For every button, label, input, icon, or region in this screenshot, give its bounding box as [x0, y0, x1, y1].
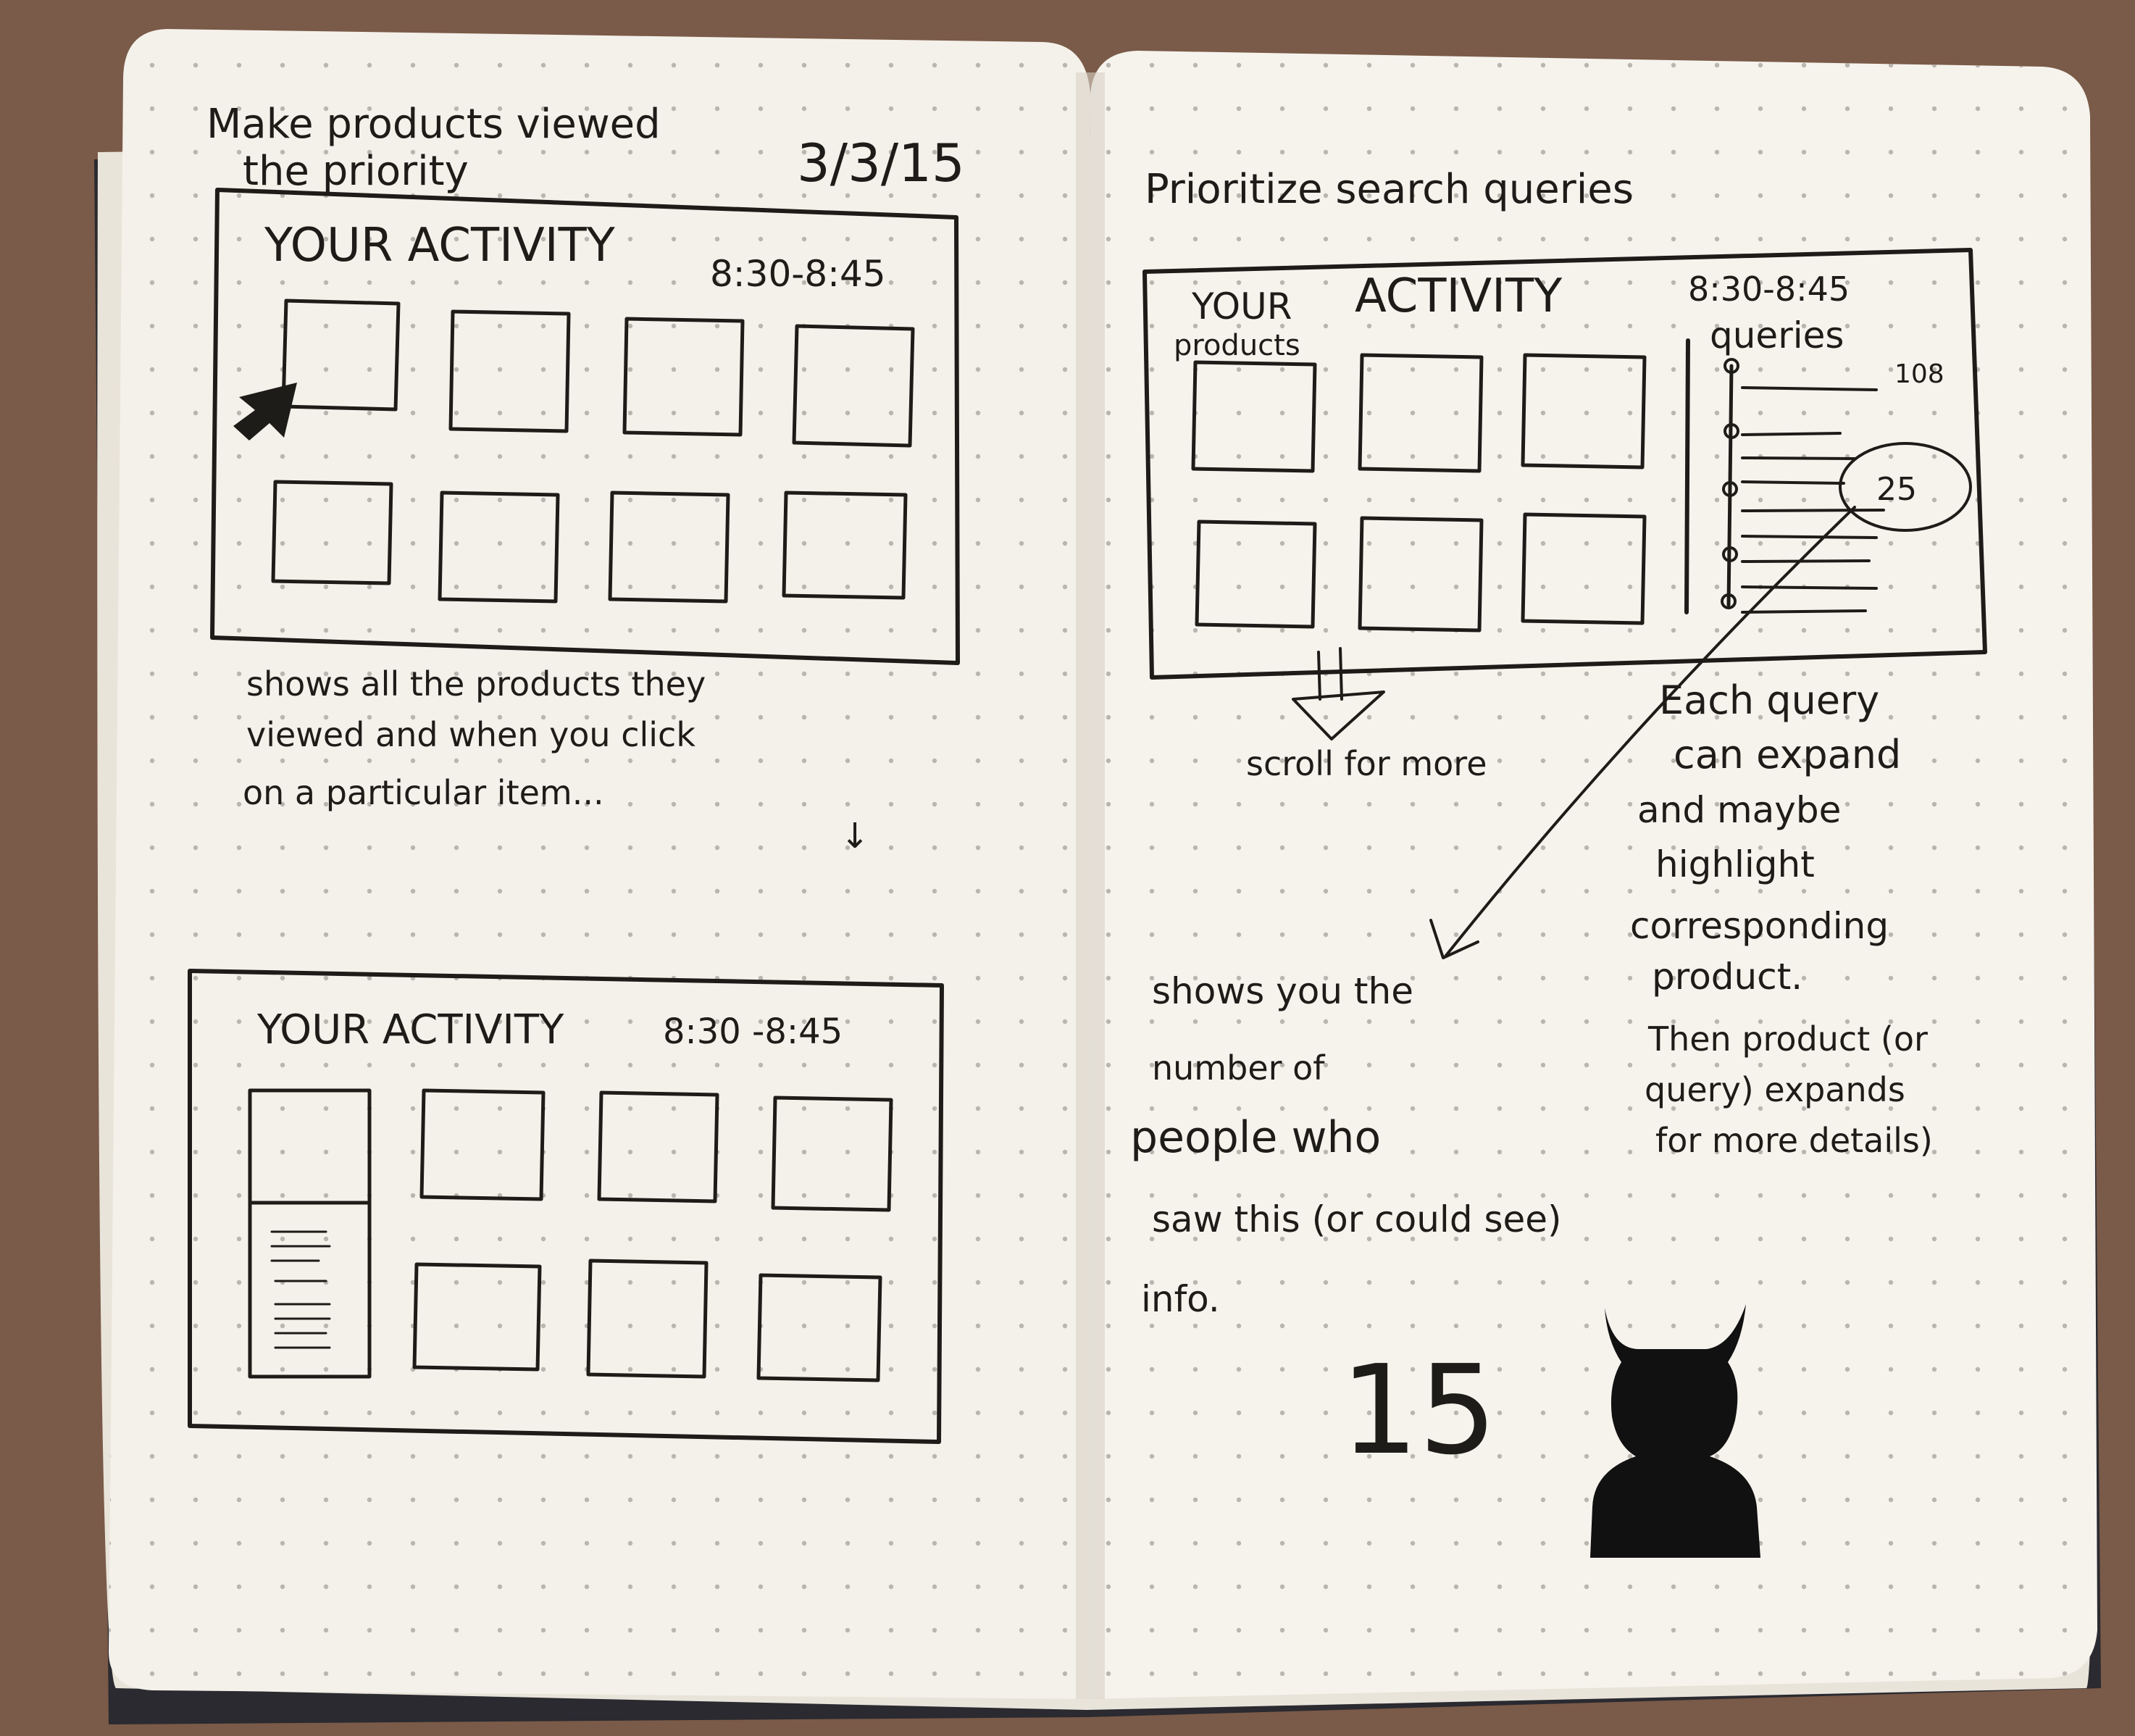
expand-note-line: product.	[1652, 956, 1802, 998]
sketch-right-title-prefix: YOUR	[1191, 285, 1292, 327]
people-note-line: shows you the	[1152, 970, 1413, 1012]
query-item	[1741, 432, 1842, 436]
left-note-line1: shows all the products they	[246, 664, 706, 704]
expand-note: Each query can expand and maybe highligh…	[1630, 677, 1933, 1160]
people-note-line: people who	[1130, 1112, 1381, 1163]
people-note-line: info.	[1141, 1278, 1220, 1320]
expand-note-line: and maybe	[1637, 789, 1841, 831]
sketch-right-title: ACTIVITY	[1355, 270, 1563, 323]
query-item	[1741, 609, 1867, 614]
sketch-bottom-time: 8:30 -8:45	[663, 1011, 843, 1052]
sketch-right-time: 8:30-8:45	[1688, 270, 1850, 309]
left-heading-line2: the priority	[243, 148, 469, 195]
gutter-shadow	[1076, 72, 1105, 1699]
left-date: 3/3/15	[797, 133, 965, 193]
sketch-top-time: 8:30-8:45	[710, 253, 886, 295]
expand-note-line: for more details)	[1655, 1121, 1933, 1160]
expand-note-line: Each query	[1659, 677, 1879, 723]
left-note-line2: viewed and when you click	[246, 715, 695, 754]
query-item	[1741, 480, 1845, 485]
right-heading: Prioritize search queries	[1145, 166, 1634, 213]
scroll-note: scroll for more	[1246, 744, 1487, 783]
sketch-right-products-label: products	[1174, 329, 1300, 362]
people-note-line: number of	[1152, 1048, 1326, 1088]
left-heading-line1: Make products viewed	[206, 101, 661, 148]
query-item	[1741, 509, 1885, 512]
sketch-right-queries-label: queries	[1710, 314, 1844, 356]
expand-note-line: Then product (or	[1647, 1019, 1928, 1059]
expand-note-line: corresponding	[1630, 905, 1889, 947]
sketch-bottom-title: YOUR ACTIVITY	[256, 1006, 564, 1053]
left-note-line3: on a particular item...	[243, 773, 604, 812]
expand-note-line: highlight	[1655, 843, 1815, 885]
left-note-arrow: ↓	[840, 816, 869, 856]
people-note-line: saw this (or could see)	[1152, 1198, 1562, 1240]
query-count-circled: 25	[1876, 471, 1917, 508]
query-item	[1741, 559, 1871, 563]
query-item	[1741, 535, 1878, 539]
query-item	[1741, 585, 1878, 590]
query-item	[1741, 456, 1856, 460]
expand-note-line: can expand	[1674, 732, 1901, 777]
viewer-count: 15	[1340, 1339, 1497, 1482]
expand-note-line: query) expands	[1645, 1070, 1905, 1109]
sketch-top-title: YOUR ACTIVITY	[264, 219, 616, 272]
notebook-photo: Make products viewed the priority 3/3/15…	[0, 0, 2135, 1736]
query-count-top: 108	[1894, 359, 1944, 389]
